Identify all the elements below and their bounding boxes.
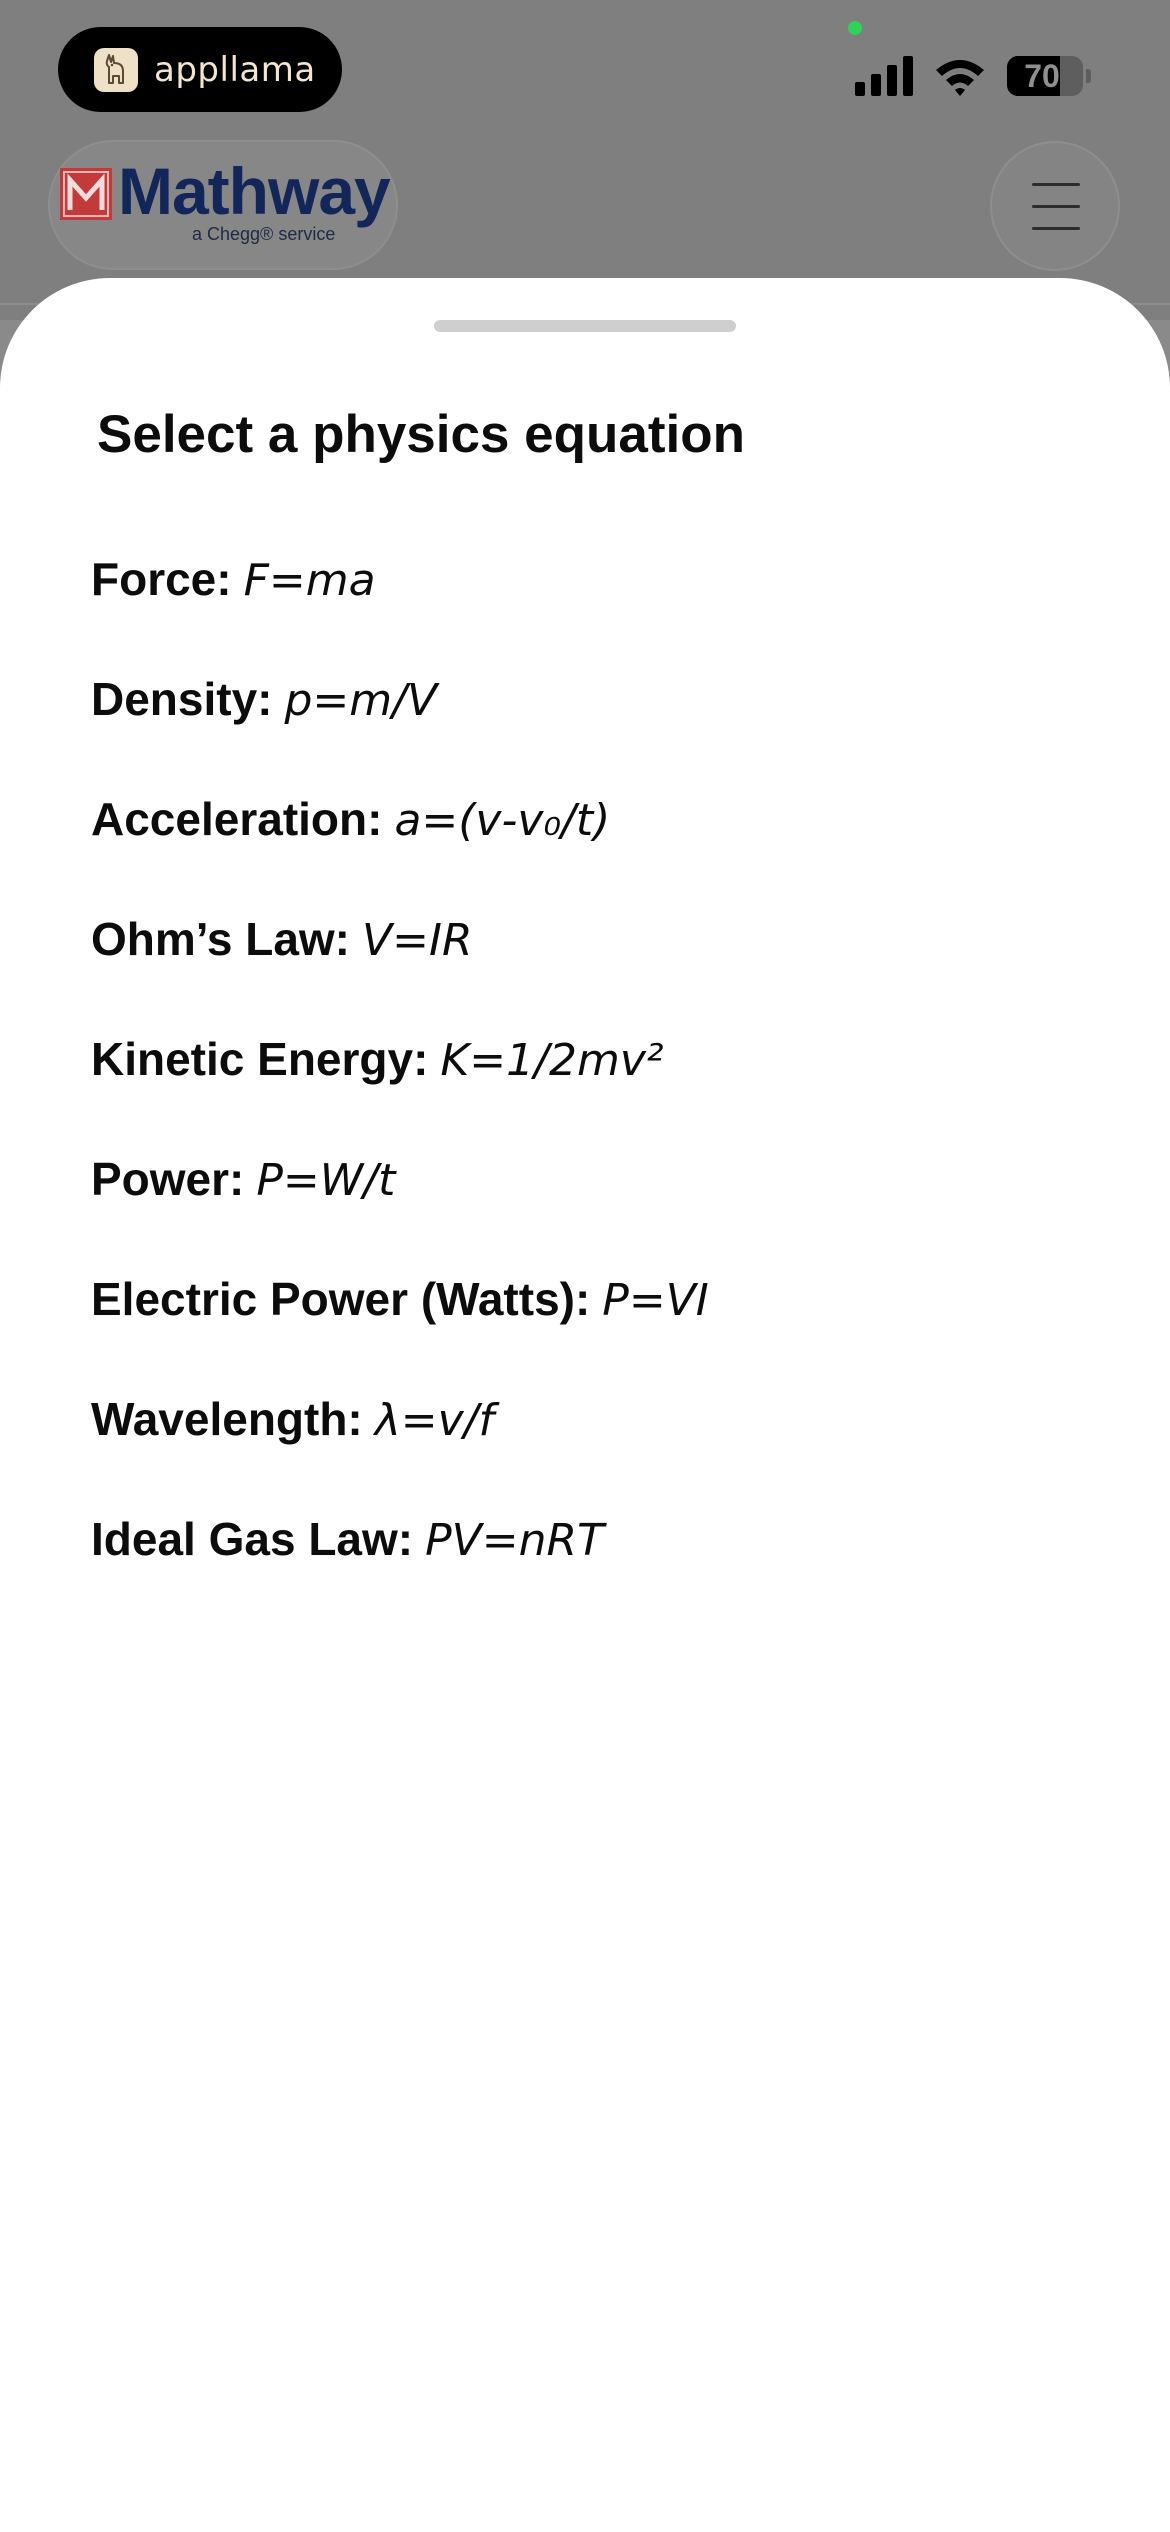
equation-item[interactable]: Wavelength: λ=v/f [91,1386,709,1506]
equation-formula: p=m/V [284,675,438,726]
equation-item[interactable]: Ideal Gas Law: PV=nRT [91,1506,709,1626]
mathway-logo[interactable]: Mathway a Chegg® service [48,140,398,270]
equation-list: Force: F=ma Density: p=m/V Acceleration: a=(v… [91,546,709,1626]
battery-level: 70 [1024,58,1060,94]
equation-item[interactable]: Force: F=ma [91,546,709,666]
llama-icon [94,47,138,92]
equation-formula: V=IR [362,915,473,966]
equation-item[interactable]: Electric Power (Watts): P=VI [91,1266,709,1386]
hamburger-menu-icon [1032,183,1080,186]
equation-item[interactable]: Power: P=W/t [91,1146,709,1266]
equation-name: Ohm’s Law: [91,913,350,965]
logo-wordmark: Mathway [118,154,391,228]
equation-formula: a=(v-v₀/t) [394,795,611,846]
equation-item[interactable]: Density: p=m/V [91,666,709,786]
equation-formula: P=VI [602,1275,709,1326]
equation-formula: F=ma [243,555,376,606]
equation-name: Acceleration: [91,793,383,845]
equation-name: Ideal Gas Law: [91,1513,414,1565]
equation-name: Electric Power (Watts): [91,1273,591,1325]
app-pill[interactable]: appllama [58,27,342,112]
equation-item[interactable]: Acceleration: a=(v-v₀/t) [91,786,709,906]
mathway-logo-mark-icon [60,168,112,220]
sheet-title: Select a physics equation [97,405,746,464]
cellular-signal-icon [855,56,913,96]
equation-name: Power: [91,1153,245,1205]
app-pill-label: appllama [154,49,316,90]
wifi-icon [936,60,984,96]
equation-formula: P=W/t [256,1155,396,1206]
battery-icon: 70 [1007,56,1091,96]
equation-name: Wavelength: [91,1393,363,1445]
equation-formula: λ=v/f [374,1395,495,1446]
equation-name: Density: [91,673,273,725]
equation-name: Force: [91,553,232,605]
logo-subtitle: a Chegg® service [192,224,336,244]
equation-formula: PV=nRT [425,1515,604,1566]
privacy-indicator-dot [848,21,862,35]
menu-button[interactable] [990,141,1120,271]
equation-item[interactable]: Ohm’s Law: V=IR [91,906,709,1026]
equation-item[interactable]: Kinetic Energy: K=1/2mv² [91,1026,709,1146]
equation-formula: K=1/2mv² [440,1035,664,1086]
equation-name: Kinetic Energy: [91,1033,429,1085]
sheet-grabber[interactable] [434,320,736,332]
equation-sheet: Select a physics equation Force: F=ma Dens… [0,278,1170,2532]
